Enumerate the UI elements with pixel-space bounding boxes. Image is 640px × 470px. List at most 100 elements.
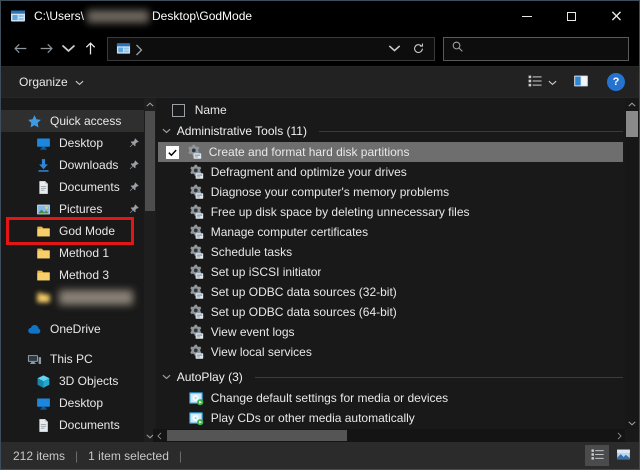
sidebar-item-pictures[interactable]: Pictures bbox=[1, 198, 144, 220]
file-row[interactable]: Set up ODBC data sources (32-bit) bbox=[158, 282, 623, 302]
organize-button[interactable]: Organize bbox=[11, 71, 92, 93]
sidebar-item-onedrive[interactable]: OneDrive bbox=[1, 318, 144, 340]
back-button[interactable] bbox=[7, 36, 33, 62]
sidebar-item-method-1[interactable]: Method 1 bbox=[1, 242, 144, 264]
maximize-button[interactable] bbox=[549, 1, 594, 31]
minimize-icon bbox=[521, 15, 532, 17]
sidebar-item-label: This PC bbox=[50, 352, 93, 366]
admin-tool-icon bbox=[188, 244, 204, 260]
admin-tool-icon bbox=[188, 204, 204, 220]
help-button[interactable]: ? bbox=[607, 73, 625, 91]
vertical-scrollbar-thumb[interactable] bbox=[626, 111, 638, 137]
file-row[interactable]: Play CDs or other media automatically bbox=[158, 408, 623, 428]
file-label: Change default settings for media or dev… bbox=[210, 391, 449, 405]
file-row[interactable]: Set up iSCSI initiator bbox=[158, 262, 623, 282]
file-row[interactable]: View local services bbox=[158, 342, 623, 362]
path-prefix: C:\Users\ bbox=[34, 9, 85, 23]
admin-tool-icon bbox=[186, 144, 202, 160]
folder-icon bbox=[36, 224, 51, 239]
sidebar-item-downloads[interactable]: Downloads bbox=[1, 154, 144, 176]
file-row[interactable]: Schedule tasks bbox=[158, 242, 623, 262]
folder-icon bbox=[36, 268, 51, 283]
sidebar-item-label: OneDrive bbox=[50, 322, 101, 336]
document-icon bbox=[36, 418, 51, 433]
file-row[interactable]: Change default settings for media or dev… bbox=[158, 388, 623, 408]
sidebar-item-method-3[interactable]: Method 3 bbox=[1, 264, 144, 286]
sidebar-scrollbar-thumb[interactable] bbox=[144, 111, 155, 211]
column-header-name[interactable]: Name bbox=[158, 100, 623, 120]
admin-tool-icon bbox=[188, 264, 204, 280]
breadcrumb-chevron-icon[interactable] bbox=[135, 43, 143, 56]
sidebar-scrollbar[interactable] bbox=[143, 98, 156, 442]
path-suffix: Desktop\GodMode bbox=[152, 9, 253, 23]
horizontal-scrollbar[interactable] bbox=[153, 429, 625, 442]
preview-pane-button[interactable] bbox=[569, 70, 593, 95]
navigation-bar bbox=[1, 31, 639, 67]
change-view-button[interactable] bbox=[523, 70, 561, 95]
search-input[interactable] bbox=[443, 36, 629, 61]
file-row[interactable]: Free up disk space by deleting unnecessa… bbox=[158, 202, 623, 222]
up-button[interactable] bbox=[77, 36, 103, 62]
sidebar-item-desktop[interactable]: Desktop bbox=[1, 392, 144, 414]
pin-icon bbox=[128, 137, 140, 149]
horizontal-scrollbar-thumb[interactable] bbox=[167, 430, 347, 441]
address-bar[interactable] bbox=[107, 36, 435, 61]
minimize-button[interactable] bbox=[504, 1, 549, 31]
admin-tool-icon bbox=[188, 304, 204, 320]
chevron-down-icon bbox=[548, 75, 557, 89]
sidebar-item-god-mode[interactable]: God Mode bbox=[1, 217, 144, 245]
group-header[interactable]: AutoPlay (3) bbox=[158, 366, 623, 388]
sidebar-item-redacted[interactable] bbox=[1, 286, 144, 308]
sidebar-item-3d-objects[interactable]: 3D Objects bbox=[1, 370, 144, 392]
chevron-up-icon[interactable] bbox=[625, 98, 639, 110]
admin-tool-icon bbox=[188, 184, 204, 200]
pc-icon bbox=[27, 352, 42, 367]
file-row[interactable]: Create and format hard disk partitions bbox=[157, 142, 623, 162]
sidebar-item-label: Desktop bbox=[59, 136, 104, 150]
select-all-checkbox[interactable] bbox=[171, 103, 185, 117]
search-icon bbox=[451, 40, 464, 58]
file-label: Manage computer certificates bbox=[210, 225, 369, 239]
sidebar-item-quick-access[interactable]: Quick access bbox=[1, 110, 144, 132]
sidebar-item-label: Method 1 bbox=[59, 246, 110, 260]
forward-button[interactable] bbox=[33, 36, 59, 62]
thumbnails-view-icon bbox=[616, 447, 631, 465]
thumbnails-view-button[interactable] bbox=[611, 445, 635, 466]
chevron-down-icon[interactable] bbox=[625, 417, 639, 429]
monitor-icon bbox=[36, 396, 51, 411]
navigation-pane: Quick access Desktop Downloads Documents Pic… bbox=[1, 98, 156, 442]
vertical-scrollbar[interactable] bbox=[625, 98, 639, 429]
admin-tool-icon bbox=[188, 324, 204, 340]
sidebar-item-this-pc[interactable]: This PC bbox=[1, 348, 144, 370]
file-label: Defragment and optimize your drives bbox=[210, 165, 407, 179]
file-row[interactable]: Set up ODBC data sources (64-bit) bbox=[158, 302, 623, 322]
chevron-up-icon[interactable] bbox=[144, 98, 156, 110]
command-bar-right: ? bbox=[523, 70, 629, 95]
pin-icon bbox=[128, 159, 140, 171]
checkbox-checked[interactable] bbox=[165, 145, 179, 159]
star-icon bbox=[27, 114, 42, 129]
group-header[interactable]: Administrative Tools (11) bbox=[158, 120, 623, 142]
refresh-button[interactable] bbox=[406, 38, 430, 60]
sidebar-item-desktop[interactable]: Desktop bbox=[1, 132, 144, 154]
redacted-label bbox=[59, 289, 133, 305]
chevron-left-icon[interactable] bbox=[153, 429, 165, 442]
chevron-right-icon[interactable] bbox=[613, 429, 625, 442]
maximize-icon bbox=[567, 11, 576, 21]
file-label: Set up iSCSI initiator bbox=[210, 265, 322, 279]
sidebar-item-documents[interactable]: Documents bbox=[1, 414, 144, 436]
separator: | bbox=[75, 448, 79, 463]
close-button[interactable]: × bbox=[594, 1, 639, 31]
file-row[interactable]: Manage computer certificates bbox=[158, 222, 623, 242]
chevron-down-icon bbox=[75, 75, 84, 89]
file-list-pane: Name Administrative Tools (11) Create and… bbox=[156, 98, 639, 442]
file-row[interactable]: View event logs bbox=[158, 322, 623, 342]
details-view-button[interactable] bbox=[585, 445, 609, 466]
file-row[interactable]: Defragment and optimize your drives bbox=[158, 162, 623, 182]
group-label: Administrative Tools (11) bbox=[176, 124, 307, 138]
sidebar-item-documents[interactable]: Documents bbox=[1, 176, 144, 198]
recent-locations-button[interactable] bbox=[59, 36, 77, 62]
file-row[interactable]: Diagnose your computer's memory problems bbox=[158, 182, 623, 202]
sidebar-item-label: Downloads bbox=[59, 158, 119, 172]
address-dropdown-button[interactable] bbox=[382, 38, 406, 60]
